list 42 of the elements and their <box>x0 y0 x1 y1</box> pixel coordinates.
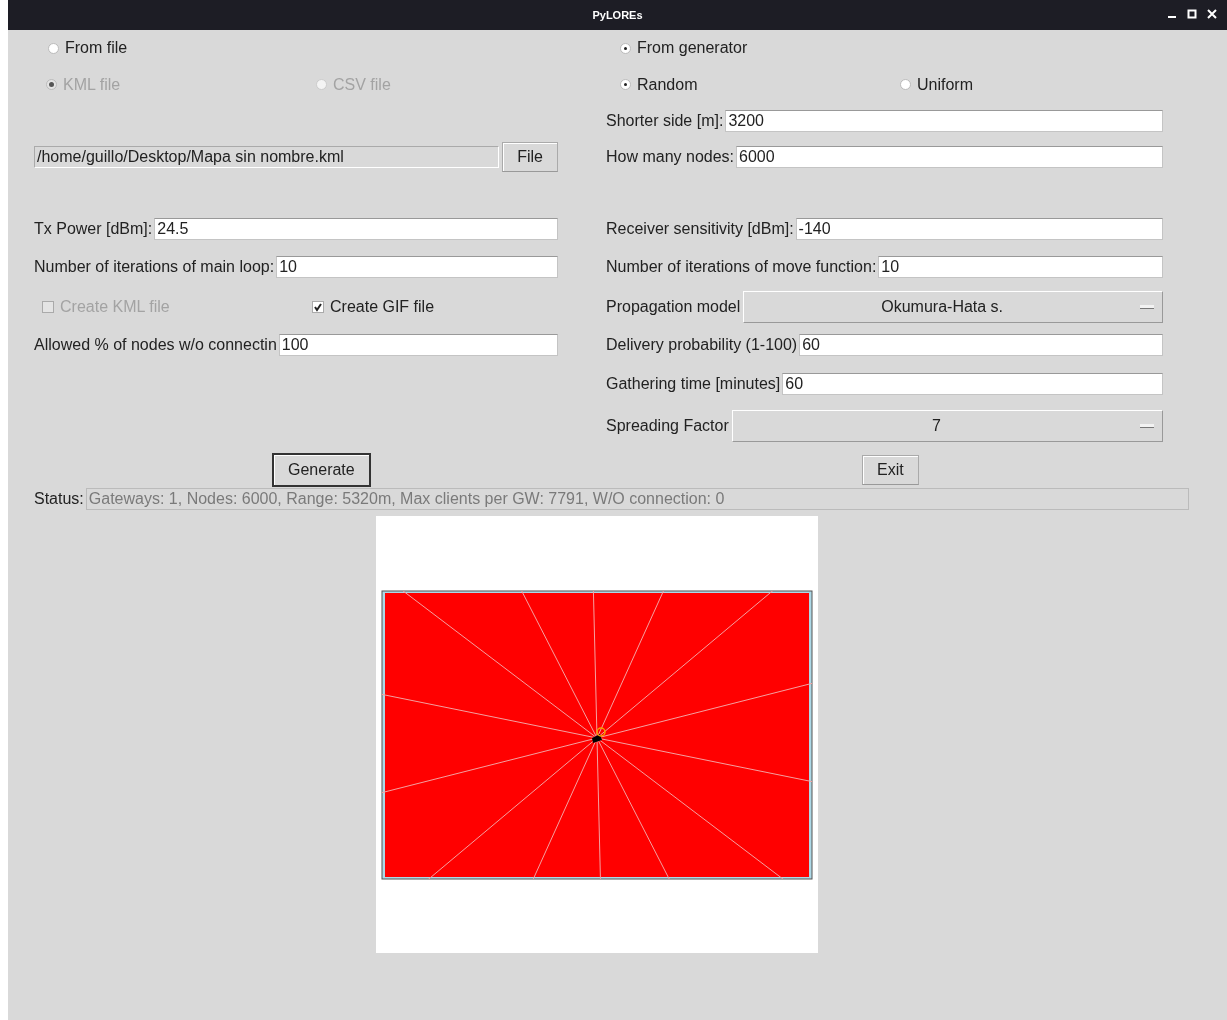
input-field[interactable]: 100 <box>278 334 558 356</box>
radio-button[interactable] <box>48 42 59 54</box>
maximize-icon[interactable] <box>1187 9 1197 19</box>
field-label: Number of iterations of main loop: <box>34 258 275 276</box>
input-field[interactable]: 24.5 <box>154 218 558 240</box>
input-field[interactable]: -140 <box>795 218 1163 240</box>
radio-label[interactable]: Random <box>637 75 698 94</box>
dropdown[interactable]: 7 <box>731 410 1163 442</box>
dropdown-indicator-icon <box>1140 305 1154 309</box>
field-label: Shorter side [m]: <box>606 112 724 130</box>
field-label: Allowed % of nodes w/o connectin <box>34 336 277 354</box>
exit-button[interactable]: Exit <box>862 455 919 485</box>
close-icon[interactable] <box>1207 9 1217 19</box>
radio-button[interactable] <box>900 79 911 90</box>
field-label: Propagation model <box>606 298 741 316</box>
file-path-field[interactable]: /home/guillo/Desktop/Mapa sin nombre.kml <box>34 146 500 168</box>
file-button[interactable]: File <box>502 142 558 172</box>
dropdown[interactable]: Okumura-Hata s. <box>743 291 1163 323</box>
radio-button[interactable] <box>620 79 631 90</box>
generate-button[interactable]: Generate <box>272 453 371 487</box>
checkbox-label[interactable]: Create GIF file <box>330 298 435 316</box>
radio-button[interactable] <box>620 42 631 54</box>
radio-label[interactable]: From file <box>65 39 128 57</box>
input-field[interactable]: 60 <box>799 334 1163 356</box>
input-field[interactable]: 60 <box>782 372 1163 395</box>
status-label: Status: <box>34 490 84 508</box>
checkbox[interactable] <box>312 301 324 313</box>
field-label: Tx Power [dBm]: <box>34 220 153 238</box>
radio-label[interactable]: From generator <box>637 39 748 57</box>
input-field[interactable]: 6000 <box>736 146 1163 168</box>
input-field[interactable]: 3200 <box>725 110 1163 132</box>
field-label: Number of iterations of move function: <box>606 258 877 276</box>
radio-label[interactable]: Uniform <box>917 75 973 94</box>
input-field[interactable]: 10 <box>276 256 558 278</box>
field-label: Receiver sensitivity [dBm]: <box>606 220 794 238</box>
window-title: PyLOREs <box>592 9 643 21</box>
field-label: Spreading Factor <box>606 417 729 435</box>
input-field[interactable]: 10 <box>878 256 1163 278</box>
dropdown-indicator-icon <box>1140 424 1154 428</box>
field-label: How many nodes: <box>606 148 735 166</box>
field-label: Delivery probability (1-100) <box>606 336 798 354</box>
field-label: Gathering time [minutes] <box>606 374 781 393</box>
